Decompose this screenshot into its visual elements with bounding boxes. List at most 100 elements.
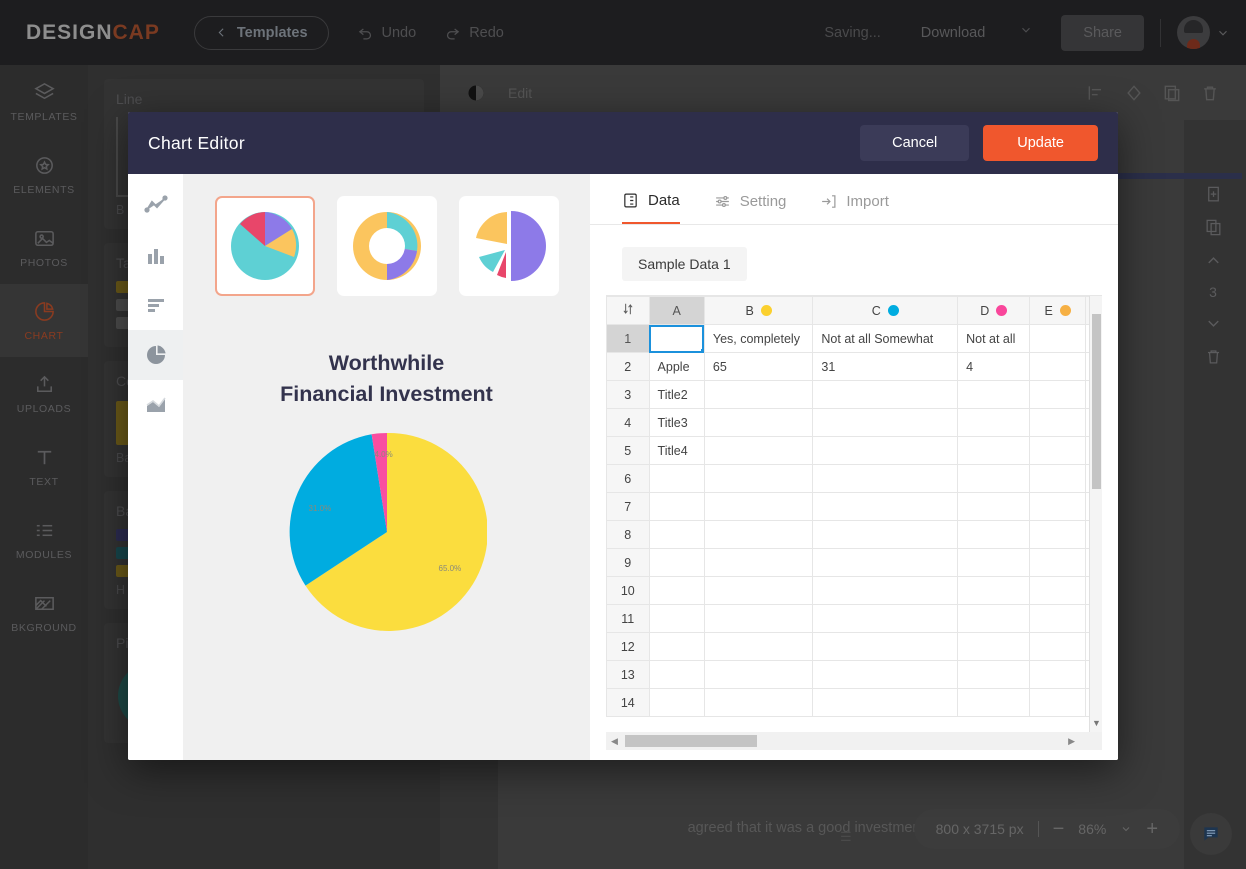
- row-header[interactable]: 5: [606, 436, 650, 465]
- cell-d12[interactable]: [957, 632, 1031, 661]
- cell-c7[interactable]: [812, 492, 959, 521]
- row-header[interactable]: 14: [606, 688, 650, 717]
- horizontal-scroll-thumb[interactable]: [624, 735, 757, 747]
- cell-c13[interactable]: [812, 660, 959, 689]
- cell-d8[interactable]: [957, 520, 1031, 549]
- cell-b6[interactable]: [703, 464, 814, 493]
- cell-a13[interactable]: [648, 660, 705, 689]
- cell-d2[interactable]: 4: [957, 352, 1031, 381]
- chevron-down-icon[interactable]: [1204, 314, 1223, 333]
- trash-icon[interactable]: [1200, 83, 1220, 103]
- duplicate-page-icon[interactable]: [1204, 218, 1223, 237]
- account-menu[interactable]: [1177, 16, 1230, 49]
- row-header[interactable]: 2: [606, 352, 650, 381]
- col-header-c[interactable]: C: [812, 296, 959, 325]
- cell-e10[interactable]: [1029, 576, 1086, 605]
- cell-a12[interactable]: [648, 632, 705, 661]
- cell-a11[interactable]: [648, 604, 705, 633]
- cell-a7[interactable]: [648, 492, 705, 521]
- horizontal-scrollbar[interactable]: ◀ ▶: [606, 732, 1102, 750]
- cell-c14[interactable]: [812, 688, 959, 717]
- cell-d13[interactable]: [957, 660, 1031, 689]
- col-header-a[interactable]: A: [648, 296, 705, 325]
- cell-b5[interactable]: [703, 436, 814, 465]
- cell-d5[interactable]: [957, 436, 1031, 465]
- cell-b9[interactable]: [703, 548, 814, 577]
- cell-e12[interactable]: [1029, 632, 1086, 661]
- cell-d7[interactable]: [957, 492, 1031, 521]
- tab-import[interactable]: Import: [820, 192, 889, 224]
- cell-e5[interactable]: [1029, 436, 1086, 465]
- cell-a14[interactable]: [648, 688, 705, 717]
- cell-d6[interactable]: [957, 464, 1031, 493]
- cell-c2[interactable]: 31: [812, 352, 959, 381]
- tab-data[interactable]: Data: [622, 192, 680, 224]
- vertical-scrollbar[interactable]: ▼: [1089, 296, 1102, 732]
- scroll-left-arrow[interactable]: ◀: [606, 736, 623, 747]
- zoom-out-button[interactable]: −: [1053, 819, 1065, 839]
- sidebar-item-templates[interactable]: TEMPLATES: [0, 65, 88, 138]
- cell-a1[interactable]: [648, 324, 705, 353]
- col-header-b[interactable]: B: [703, 296, 814, 325]
- cell-b10[interactable]: [703, 576, 814, 605]
- cell-b14[interactable]: [703, 688, 814, 717]
- cell-e14[interactable]: [1029, 688, 1086, 717]
- cell-c1[interactable]: Not at all Somewhat: [812, 324, 959, 353]
- cell-e13[interactable]: [1029, 660, 1086, 689]
- delete-page-icon[interactable]: [1204, 347, 1223, 366]
- cell-d11[interactable]: [957, 604, 1031, 633]
- cell-b1[interactable]: Yes, completely: [703, 324, 814, 353]
- row-header[interactable]: 6: [606, 464, 650, 493]
- cell-c4[interactable]: [812, 408, 959, 437]
- row-header[interactable]: 8: [606, 520, 650, 549]
- download-dropdown-button[interactable]: [1003, 14, 1049, 51]
- cell-d10[interactable]: [957, 576, 1031, 605]
- cell-c11[interactable]: [812, 604, 959, 633]
- col-color-dot-d[interactable]: [996, 304, 1008, 316]
- cell-e11[interactable]: [1029, 604, 1086, 633]
- cell-d14[interactable]: [957, 688, 1031, 717]
- sample-data-chip[interactable]: Sample Data 1: [622, 247, 747, 281]
- chart-type-area[interactable]: [128, 380, 183, 430]
- sidebar-item-uploads[interactable]: UPLOADS: [0, 357, 88, 430]
- row-header[interactable]: 12: [606, 632, 650, 661]
- row-header[interactable]: 10: [606, 576, 650, 605]
- cancel-button[interactable]: Cancel: [860, 125, 970, 161]
- row-header[interactable]: 13: [606, 660, 650, 689]
- cell-a10[interactable]: [648, 576, 705, 605]
- chevron-up-icon[interactable]: [1204, 251, 1223, 270]
- zoom-in-button[interactable]: +: [1146, 819, 1158, 839]
- cell-c8[interactable]: [812, 520, 959, 549]
- cell-b4[interactable]: [703, 408, 814, 437]
- cell-e1[interactable]: [1029, 324, 1086, 353]
- sidebar-item-modules[interactable]: MODULES: [0, 503, 88, 576]
- cell-b2[interactable]: 65: [703, 352, 814, 381]
- chart-type-pie[interactable]: [128, 330, 183, 380]
- cell-d4[interactable]: [957, 408, 1031, 437]
- vertical-scroll-thumb[interactable]: [1092, 314, 1101, 489]
- cell-a4[interactable]: Title3: [648, 408, 705, 437]
- cell-e4[interactable]: [1029, 408, 1086, 437]
- row-header[interactable]: 11: [606, 604, 650, 633]
- chevron-down-icon[interactable]: [1120, 823, 1132, 835]
- opacity-icon[interactable]: [466, 83, 486, 103]
- cell-e9[interactable]: [1029, 548, 1086, 577]
- cell-b8[interactable]: [703, 520, 814, 549]
- cell-b13[interactable]: [703, 660, 814, 689]
- sidebar-item-text[interactable]: TEXT: [0, 430, 88, 503]
- update-button[interactable]: Update: [983, 125, 1098, 161]
- cell-a2[interactable]: Apple: [648, 352, 705, 381]
- col-header-d[interactable]: D: [957, 296, 1031, 325]
- cell-e2[interactable]: [1029, 352, 1086, 381]
- cell-d9[interactable]: [957, 548, 1031, 577]
- cell-d3[interactable]: [957, 380, 1031, 409]
- scroll-down-arrow[interactable]: ▼: [1092, 718, 1101, 728]
- sidebar-item-bkground[interactable]: BKGROUND: [0, 576, 88, 649]
- cell-c10[interactable]: [812, 576, 959, 605]
- cell-b3[interactable]: [703, 380, 814, 409]
- layer-icon[interactable]: [1124, 83, 1144, 103]
- row-header[interactable]: 1: [606, 324, 650, 353]
- row-header[interactable]: 9: [606, 548, 650, 577]
- sidebar-item-photos[interactable]: PHOTOS: [0, 211, 88, 284]
- zoom-level[interactable]: 86%: [1078, 821, 1106, 837]
